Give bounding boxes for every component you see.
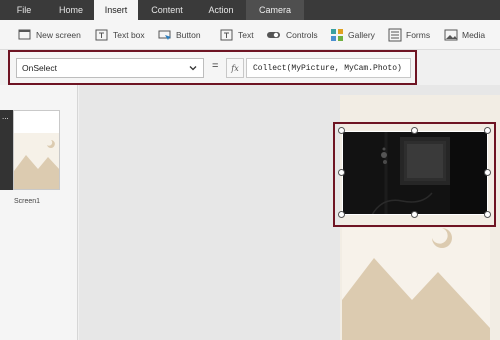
resize-handle-ne[interactable] bbox=[484, 127, 491, 134]
formula-input[interactable]: Collect(MyPicture, MyCam.Photo) bbox=[246, 58, 411, 78]
equals-sign: = bbox=[212, 60, 219, 72]
screen1-label: Screen1 bbox=[14, 198, 41, 205]
text-box-button[interactable]: Text box bbox=[95, 26, 145, 44]
new-screen-button[interactable]: New screen bbox=[18, 26, 81, 44]
media-button[interactable]: Media bbox=[444, 26, 485, 44]
chevron-down-icon bbox=[189, 66, 197, 71]
property-dropdown[interactable]: OnSelect bbox=[16, 58, 204, 78]
resize-handle-sw[interactable] bbox=[338, 211, 345, 218]
button-button[interactable]: Button bbox=[158, 26, 201, 44]
selection-outline bbox=[342, 131, 488, 215]
media-icon bbox=[444, 29, 458, 41]
menu-bar: File Home Insert Content Action Camera bbox=[0, 0, 500, 20]
text-icon bbox=[220, 29, 233, 41]
tab-home[interactable]: Home bbox=[48, 0, 94, 20]
forms-button[interactable]: Forms bbox=[388, 26, 430, 44]
new-screen-icon bbox=[18, 29, 31, 40]
image-placeholder-icon bbox=[342, 228, 490, 340]
resize-handle-n[interactable] bbox=[411, 127, 418, 134]
resize-handle-s[interactable] bbox=[411, 211, 418, 218]
forms-icon bbox=[388, 28, 402, 42]
tab-file[interactable]: File bbox=[0, 0, 48, 20]
screen1-thumbnail[interactable] bbox=[13, 110, 60, 190]
resize-handle-e[interactable] bbox=[484, 169, 491, 176]
formula-bar: OnSelect = fx Collect(MyPicture, MyCam.P… bbox=[8, 50, 417, 85]
resize-handle-w[interactable] bbox=[338, 169, 345, 176]
text-box-icon bbox=[95, 29, 108, 41]
tab-insert[interactable]: Insert bbox=[94, 0, 138, 20]
controls-icon bbox=[267, 32, 280, 38]
gallery-button[interactable]: Gallery bbox=[330, 26, 375, 44]
tab-action[interactable]: Action bbox=[196, 0, 246, 20]
image-control[interactable] bbox=[342, 228, 490, 340]
ribbon-toolbar: New screen Text box Button Text Controls… bbox=[0, 20, 500, 50]
controls-button[interactable]: Controls bbox=[266, 26, 318, 44]
tab-camera[interactable]: Camera bbox=[246, 0, 304, 20]
text-button[interactable]: Text bbox=[220, 26, 254, 44]
screen-thumbnail-handle[interactable] bbox=[0, 110, 13, 190]
image-placeholder-icon bbox=[14, 111, 59, 189]
more-options-icon[interactable]: ... bbox=[2, 113, 9, 121]
tab-content[interactable]: Content bbox=[138, 0, 196, 20]
fx-icon[interactable]: fx bbox=[226, 58, 244, 78]
gallery-icon bbox=[331, 29, 343, 41]
button-icon bbox=[158, 30, 171, 40]
resize-handle-nw[interactable] bbox=[338, 127, 345, 134]
resize-handle-se[interactable] bbox=[484, 211, 491, 218]
